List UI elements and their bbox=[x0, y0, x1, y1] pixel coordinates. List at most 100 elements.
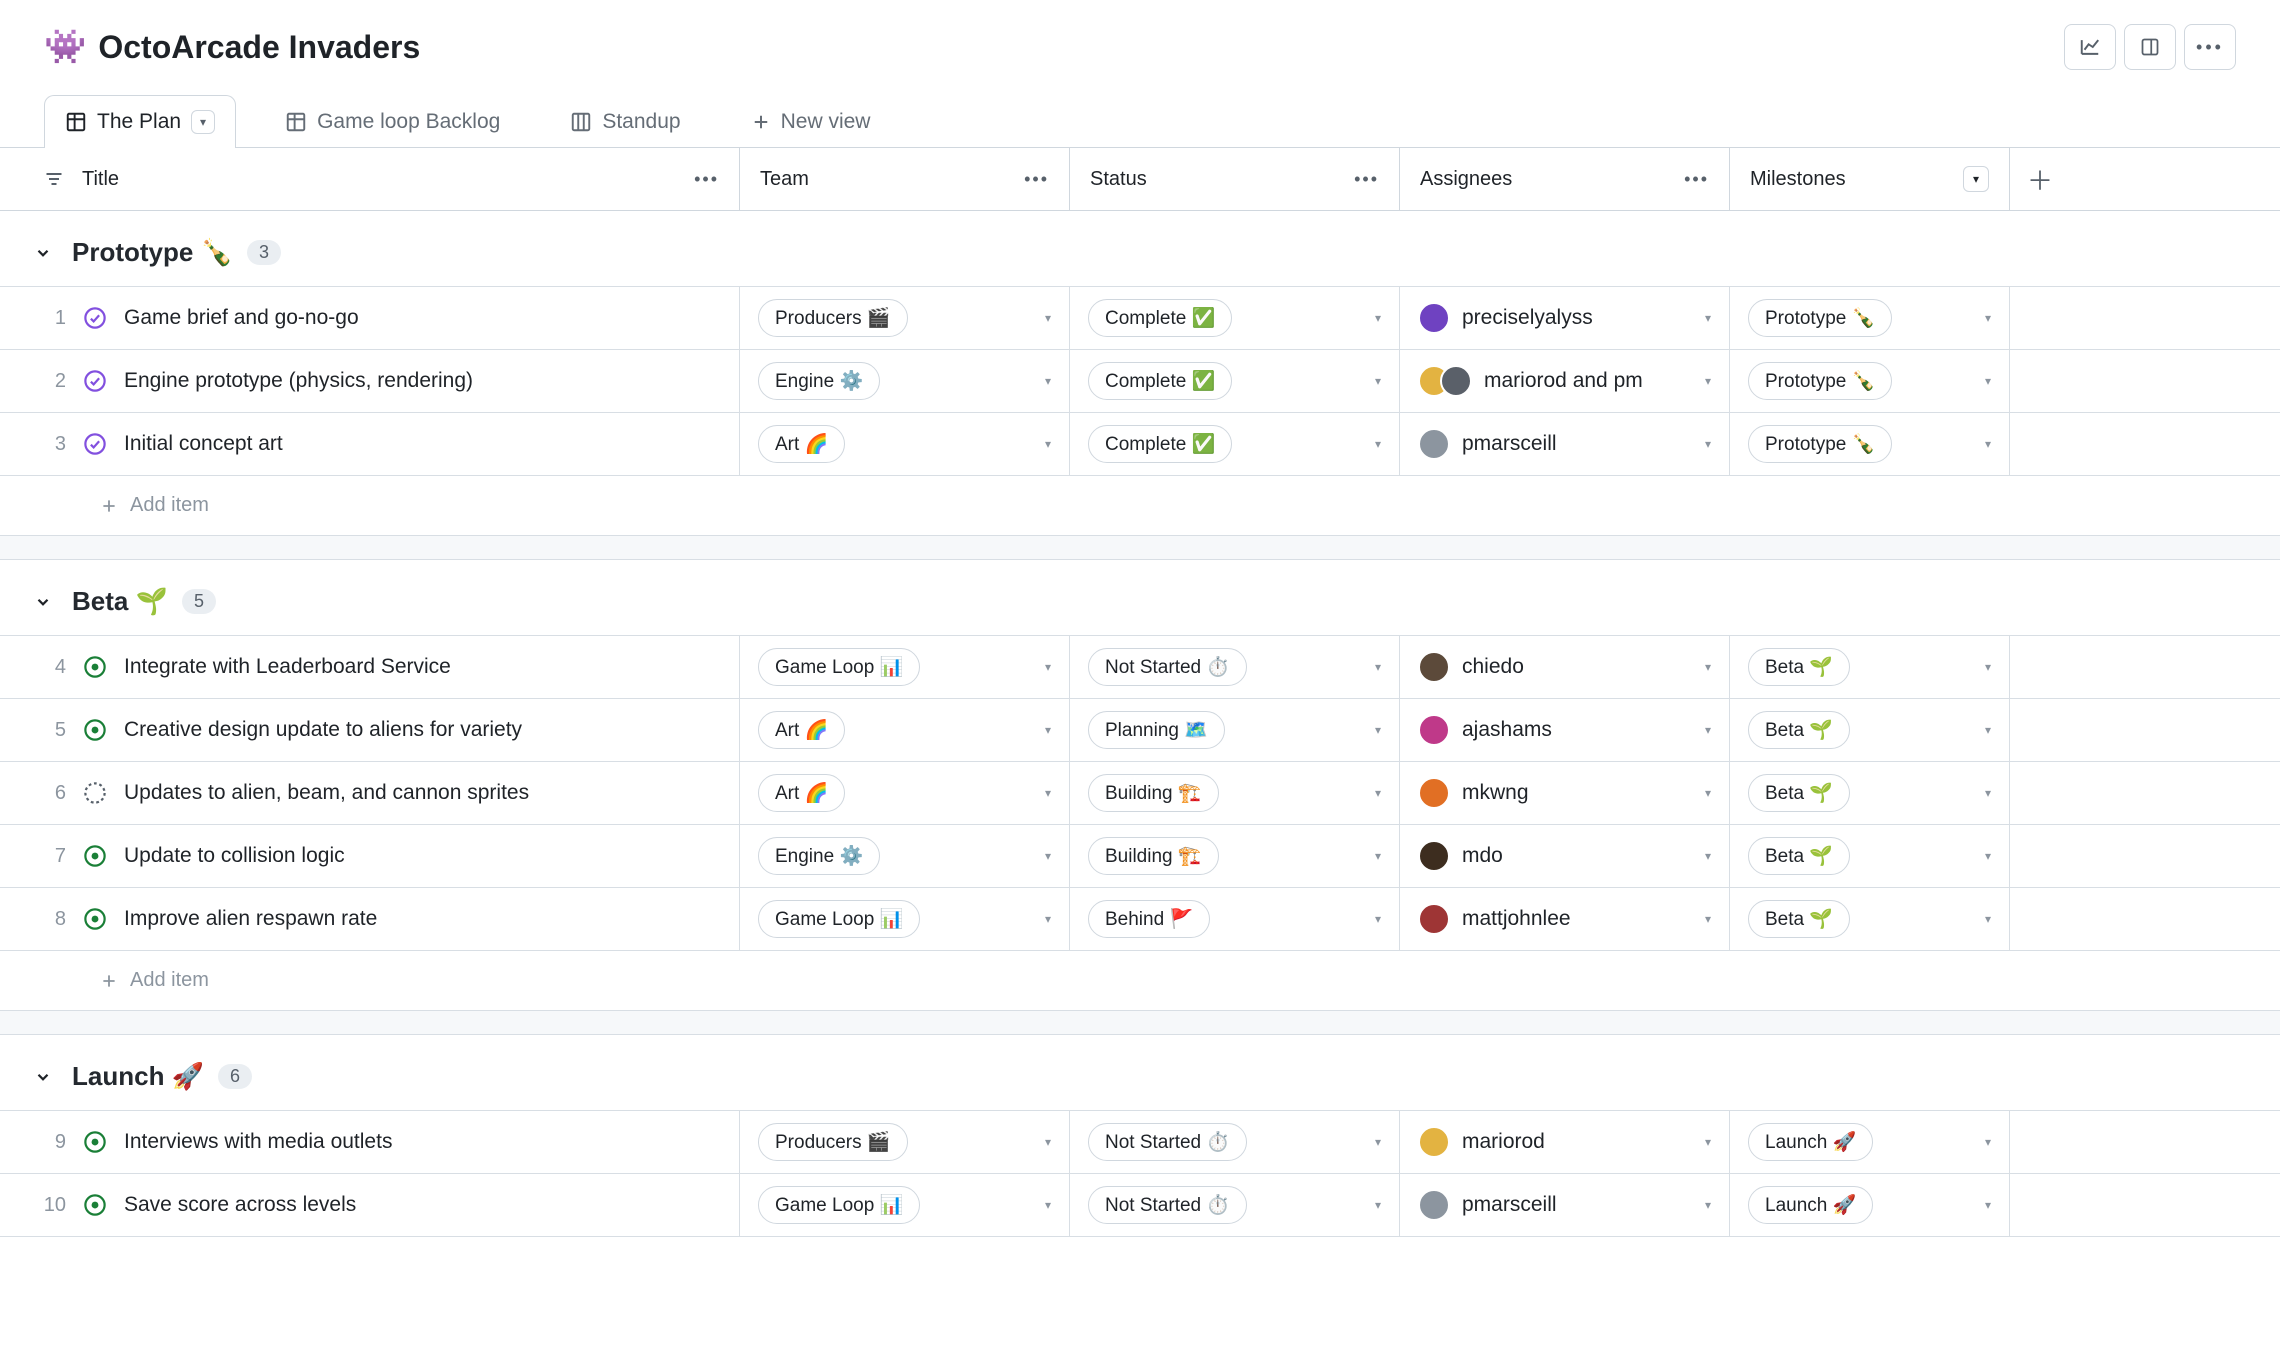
cell-team[interactable]: Game Loop 📊 ▾ bbox=[740, 888, 1070, 950]
cell-assignees[interactable]: pmarsceill ▾ bbox=[1400, 413, 1730, 475]
table-row[interactable]: 5 Creative design update to aliens for v… bbox=[0, 698, 2280, 761]
chevron-down-icon[interactable]: ▾ bbox=[1375, 374, 1381, 388]
chevron-down-icon[interactable]: ▾ bbox=[1705, 849, 1711, 863]
cell-milestone[interactable]: Prototype 🍾 ▾ bbox=[1730, 350, 2010, 412]
column-header-team[interactable]: Team ••• bbox=[740, 148, 1070, 210]
table-row[interactable]: 10 Save score across levels Game Loop 📊 … bbox=[0, 1173, 2280, 1237]
chevron-down-icon[interactable]: ▾ bbox=[1985, 723, 1991, 737]
table-row[interactable]: 1 Game brief and go-no-go Producers 🎬 ▾ … bbox=[0, 286, 2280, 349]
column-dropdown-milestones[interactable]: ▾ bbox=[1963, 166, 1989, 192]
column-menu-assignees[interactable]: ••• bbox=[1684, 169, 1709, 190]
column-header-assignees[interactable]: Assignees ••• bbox=[1400, 148, 1730, 210]
table-row[interactable]: 8 Improve alien respawn rate Game Loop 📊… bbox=[0, 887, 2280, 950]
chevron-down-icon[interactable]: ▾ bbox=[1375, 660, 1381, 674]
tab-menu[interactable]: ▾ bbox=[191, 110, 215, 134]
chevron-down-icon[interactable]: ▾ bbox=[1985, 849, 1991, 863]
add-item-button[interactable]: Add item bbox=[0, 475, 2280, 536]
chevron-down-icon[interactable]: ▾ bbox=[1375, 1198, 1381, 1212]
cell-status[interactable]: Building 🏗️ ▾ bbox=[1070, 762, 1400, 824]
cell-team[interactable]: Producers 🎬 ▾ bbox=[740, 1111, 1070, 1173]
group-header[interactable]: Prototype 🍾 3 bbox=[0, 211, 2280, 286]
cell-team[interactable]: Engine ⚙️ ▾ bbox=[740, 350, 1070, 412]
chevron-down-icon[interactable]: ▾ bbox=[1375, 311, 1381, 325]
cell-assignees[interactable]: mkwng ▾ bbox=[1400, 762, 1730, 824]
cell-team[interactable]: Game Loop 📊 ▾ bbox=[740, 1174, 1070, 1236]
chevron-down-icon[interactable]: ▾ bbox=[1705, 1198, 1711, 1212]
group-header[interactable]: Beta 🌱 5 bbox=[0, 560, 2280, 635]
tab-standup[interactable]: Standup bbox=[549, 95, 701, 148]
table-row[interactable]: 6 Updates to alien, beam, and cannon spr… bbox=[0, 761, 2280, 824]
cell-milestone[interactable]: Launch 🚀 ▾ bbox=[1730, 1174, 2010, 1236]
column-header-title[interactable]: Title ••• bbox=[0, 148, 740, 210]
cell-milestone[interactable]: Prototype 🍾 ▾ bbox=[1730, 413, 2010, 475]
chevron-down-icon[interactable]: ▾ bbox=[1045, 912, 1051, 926]
issue-title[interactable]: Initial concept art bbox=[124, 432, 283, 456]
chevron-down-icon[interactable]: ▾ bbox=[1045, 723, 1051, 737]
cell-status[interactable]: Complete ✅ ▾ bbox=[1070, 287, 1400, 349]
cell-milestone[interactable]: Beta 🌱 ▾ bbox=[1730, 762, 2010, 824]
chevron-down-icon[interactable]: ▾ bbox=[1705, 437, 1711, 451]
cell-status[interactable]: Building 🏗️ ▾ bbox=[1070, 825, 1400, 887]
chevron-down-icon[interactable]: ▾ bbox=[1045, 849, 1051, 863]
cell-team[interactable]: Game Loop 📊 ▾ bbox=[740, 636, 1070, 698]
chevron-down-icon[interactable]: ▾ bbox=[1985, 786, 1991, 800]
add-item-button[interactable]: Add item bbox=[0, 950, 2280, 1011]
chevron-down-icon[interactable]: ▾ bbox=[1985, 912, 1991, 926]
chevron-down-icon[interactable]: ▾ bbox=[1705, 786, 1711, 800]
issue-title[interactable]: Updates to alien, beam, and cannon sprit… bbox=[124, 781, 529, 805]
cell-milestone[interactable]: Prototype 🍾 ▾ bbox=[1730, 287, 2010, 349]
issue-title[interactable]: Engine prototype (physics, rendering) bbox=[124, 369, 473, 393]
chevron-down-icon[interactable]: ▾ bbox=[1045, 786, 1051, 800]
column-header-milestones[interactable]: Milestones ▾ bbox=[1730, 148, 2010, 210]
chevron-down-icon[interactable]: ▾ bbox=[1045, 374, 1051, 388]
cell-assignees[interactable]: mariorod and pm ▾ bbox=[1400, 350, 1730, 412]
chevron-down-icon[interactable]: ▾ bbox=[1705, 374, 1711, 388]
chevron-down-icon[interactable]: ▾ bbox=[1985, 660, 1991, 674]
cell-status[interactable]: Complete ✅ ▾ bbox=[1070, 413, 1400, 475]
group-header[interactable]: Launch 🚀 6 bbox=[0, 1035, 2280, 1110]
cell-assignees[interactable]: mdo ▾ bbox=[1400, 825, 1730, 887]
cell-assignees[interactable]: chiedo ▾ bbox=[1400, 636, 1730, 698]
cell-assignees[interactable]: pmarsceill ▾ bbox=[1400, 1174, 1730, 1236]
cell-status[interactable]: Behind 🚩 ▾ bbox=[1070, 888, 1400, 950]
cell-milestone[interactable]: Beta 🌱 ▾ bbox=[1730, 888, 2010, 950]
chevron-down-icon[interactable]: ▾ bbox=[1375, 849, 1381, 863]
chevron-down-icon[interactable]: ▾ bbox=[1985, 1135, 1991, 1149]
chevron-down-icon[interactable]: ▾ bbox=[1985, 374, 1991, 388]
chevron-down-icon[interactable]: ▾ bbox=[1985, 437, 1991, 451]
cell-assignees[interactable]: ajashams ▾ bbox=[1400, 699, 1730, 761]
issue-title[interactable]: Improve alien respawn rate bbox=[124, 907, 377, 931]
column-header-status[interactable]: Status ••• bbox=[1070, 148, 1400, 210]
chevron-down-icon[interactable]: ▾ bbox=[1045, 311, 1051, 325]
add-column-button[interactable]: ＋ bbox=[2010, 148, 2070, 210]
chevron-down-icon[interactable]: ▾ bbox=[1705, 723, 1711, 737]
tab-new[interactable]: New view bbox=[730, 95, 892, 148]
issue-title[interactable]: Creative design update to aliens for var… bbox=[124, 718, 522, 742]
chevron-down-icon[interactable]: ▾ bbox=[1375, 1135, 1381, 1149]
cell-status[interactable]: Planning 🗺️ ▾ bbox=[1070, 699, 1400, 761]
table-row[interactable]: 3 Initial concept art Art 🌈 ▾ Complete ✅… bbox=[0, 412, 2280, 475]
cell-team[interactable]: Producers 🎬 ▾ bbox=[740, 287, 1070, 349]
table-row[interactable]: 4 Integrate with Leaderboard Service Gam… bbox=[0, 635, 2280, 698]
cell-milestone[interactable]: Beta 🌱 ▾ bbox=[1730, 699, 2010, 761]
column-menu-title[interactable]: ••• bbox=[694, 169, 719, 190]
chevron-down-icon[interactable]: ▾ bbox=[1045, 1135, 1051, 1149]
cell-team[interactable]: Art 🌈 ▾ bbox=[740, 762, 1070, 824]
panel-button[interactable] bbox=[2124, 24, 2176, 70]
cell-assignees[interactable]: mariorod ▾ bbox=[1400, 1111, 1730, 1173]
chevron-down-icon[interactable]: ▾ bbox=[1705, 912, 1711, 926]
column-menu-status[interactable]: ••• bbox=[1354, 169, 1379, 190]
issue-title[interactable]: Integrate with Leaderboard Service bbox=[124, 655, 451, 679]
table-row[interactable]: 2 Engine prototype (physics, rendering) … bbox=[0, 349, 2280, 412]
cell-milestone[interactable]: Launch 🚀 ▾ bbox=[1730, 1111, 2010, 1173]
issue-title[interactable]: Save score across levels bbox=[124, 1193, 356, 1217]
more-button[interactable]: ••• bbox=[2184, 24, 2236, 70]
issue-title[interactable]: Game brief and go-no-go bbox=[124, 306, 359, 330]
issue-title[interactable]: Interviews with media outlets bbox=[124, 1130, 392, 1154]
cell-assignees[interactable]: mattjohnlee ▾ bbox=[1400, 888, 1730, 950]
chevron-down-icon[interactable]: ▾ bbox=[1375, 912, 1381, 926]
table-row[interactable]: 7 Update to collision logic Engine ⚙️ ▾ … bbox=[0, 824, 2280, 887]
cell-status[interactable]: Complete ✅ ▾ bbox=[1070, 350, 1400, 412]
cell-assignees[interactable]: preciselyalyss ▾ bbox=[1400, 287, 1730, 349]
tab-plan[interactable]: The Plan▾ bbox=[44, 95, 236, 148]
